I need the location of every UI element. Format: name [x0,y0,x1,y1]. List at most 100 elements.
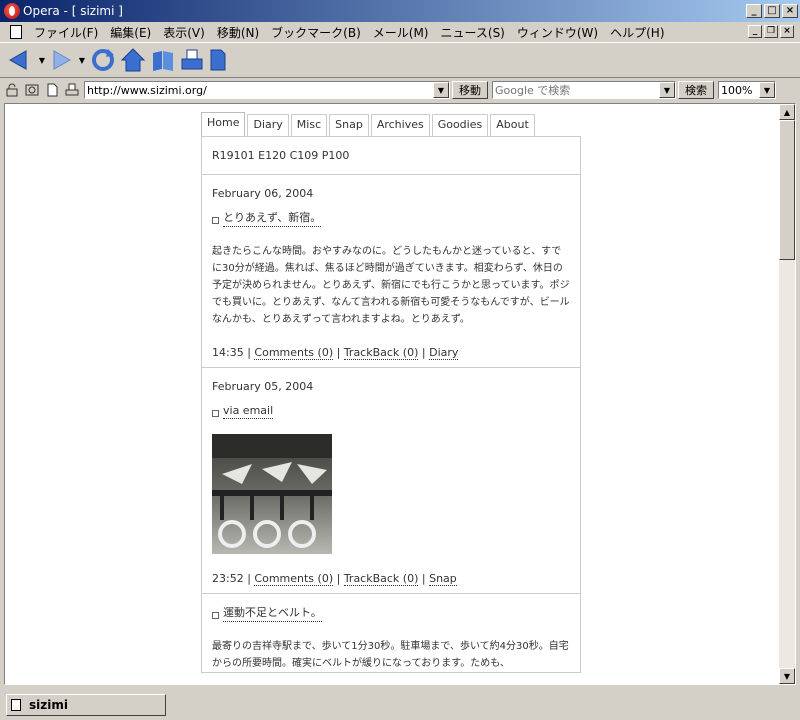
menu-bar: ファイル(F) 編集(E) 表示(V) 移動(N) ブックマーク(B) メール(… [0,22,800,42]
scroll-up-button[interactable]: ▲ [779,104,795,120]
search-input[interactable] [495,82,675,98]
mdi-controls: _ ❐ × [746,25,794,38]
site-counter: R19101 E120 C109 P100 [202,137,580,175]
menu-view[interactable]: 表示(V) [157,24,211,41]
back-history-dropdown[interactable]: ▼ [38,46,46,74]
entry-meta: 23:52 | Comments (0) | TrackBack (0) | S… [212,572,457,586]
search-field[interactable]: ▼ [492,81,676,99]
comments-link[interactable]: Comments (0) [254,346,334,360]
menu-file[interactable]: ファイル(F) [28,24,104,41]
tab-goodies[interactable]: Goodies [431,114,489,136]
permalink-icon [212,611,219,619]
tab-home[interactable]: Home [201,112,246,136]
search-engine-dropdown[interactable]: ▼ [659,82,675,98]
menu-window[interactable]: ウィンドウ(W) [511,24,604,41]
entry-title[interactable]: とりあえず、新宿。 [212,207,570,229]
page-tab[interactable]: sizimi [6,694,166,716]
entry-time: 23:52 [212,572,244,585]
page-button[interactable] [208,46,228,74]
new-page-icon[interactable] [44,82,60,98]
entry-title-text[interactable]: via email [223,404,274,419]
address-bar: ▼ 移動 ▼ 検索 100% ▼ [0,79,800,101]
home-icon [120,48,146,72]
content-box: R19101 E120 C109 P100 February 06, 2004 … [201,136,581,673]
page-tab-icon [11,699,21,711]
close-button[interactable]: × [782,4,798,18]
url-field[interactable]: ▼ [84,81,450,99]
vertical-scrollbar[interactable]: ▲ ▼ [779,104,795,684]
web-page: Home Diary Misc Snap Archives Goodies Ab… [201,112,581,673]
menu-help[interactable]: ヘルプ(H) [604,24,670,41]
entry-date: February 06, 2004 [212,187,314,200]
mdi-restore-button[interactable]: ❐ [764,25,778,38]
navigation-toolbar: ▼ ▼ [0,42,800,78]
blog-entry: February 05, 2004 via email 23:52 | Comm… [202,368,580,594]
mdi-close-button[interactable]: × [780,25,794,38]
permalink-icon [212,409,219,417]
entry-date: February 05, 2004 [212,380,314,393]
category-link[interactable]: Diary [429,346,459,360]
window-controls: _ □ × [744,4,798,18]
window-title: Opera - [ sizimi ] [23,4,123,18]
hotlist-icon [153,51,173,71]
menu-navigation[interactable]: 移動(N) [211,24,265,41]
url-dropdown-button[interactable]: ▼ [433,82,449,98]
forward-history-dropdown[interactable]: ▼ [78,46,86,74]
go-button[interactable]: 移動 [452,81,488,99]
zoom-field[interactable]: 100% ▼ [718,81,776,99]
comments-link[interactable]: Comments (0) [254,572,334,586]
zoom-value: 100% [721,83,753,97]
window-titlebar: Opera - [ sizimi ] _ □ × [0,0,800,22]
page-icon [210,49,226,71]
site-nav-tabs: Home Diary Misc Snap Archives Goodies Ab… [201,112,581,136]
entry-meta: 14:35 | Comments (0) | TrackBack (0) | D… [212,346,459,360]
tab-about[interactable]: About [490,114,535,136]
print-button[interactable] [180,46,204,74]
back-button[interactable] [6,46,34,74]
entry-title[interactable]: 運動不足とベルト。 [212,602,570,624]
maximize-button[interactable]: □ [764,4,780,18]
hotlist-button[interactable] [150,46,176,74]
trackback-link[interactable]: TrackBack (0) [343,346,419,360]
tab-archives[interactable]: Archives [370,114,430,136]
category-link[interactable]: Snap [429,572,457,586]
scroll-thumb[interactable] [779,120,795,260]
snap-photo[interactable] [212,434,332,554]
blog-entry: 運動不足とベルト。 最寄りの吉祥寺駅まで、歩いて1分30秒。駐車場まで、歩いて約… [202,602,580,672]
reload-button[interactable] [90,46,116,74]
document-icon[interactable] [10,25,22,39]
url-input[interactable] [87,82,449,98]
mdi-minimize-button[interactable]: _ [748,25,762,38]
entry-title-text[interactable]: とりあえず、新宿。 [223,209,322,227]
opera-logo-icon [4,3,20,19]
printer-icon [181,49,203,70]
permalink-icon [212,216,219,224]
status-bar: sizimi [0,690,800,720]
entry-title-text[interactable]: 運動不足とベルト。 [223,604,322,622]
tab-misc[interactable]: Misc [290,114,328,136]
entry-title[interactable]: via email [212,400,570,422]
forward-arrow-icon [53,50,72,70]
zoom-dropdown-button[interactable]: ▼ [759,82,775,98]
menu-mail[interactable]: メール(M) [367,24,435,41]
search-button[interactable]: 検索 [678,81,714,99]
tab-diary[interactable]: Diary [247,114,289,136]
page-viewport[interactable]: Home Diary Misc Snap Archives Goodies Ab… [4,103,796,685]
menu-bookmarks[interactable]: ブックマーク(B) [265,24,367,41]
entry-body: 起きたらこんな時間。おやすみなのに。どうしたもんかと迷っていると、すでに30分が… [212,246,570,325]
reload-icon [92,49,114,71]
print-small-icon[interactable] [64,82,80,98]
home-button[interactable] [120,46,146,74]
trackback-link[interactable]: TrackBack (0) [343,572,419,586]
tab-snap[interactable]: Snap [329,114,369,136]
minimize-button[interactable]: _ [746,4,762,18]
security-lock-icon[interactable] [4,82,20,98]
page-tab-label: sizimi [29,698,68,712]
scroll-down-button[interactable]: ▼ [779,668,795,684]
menu-news[interactable]: ニュース(S) [434,24,510,41]
cookie-icon[interactable] [24,82,40,98]
entry-body: 最寄りの吉祥寺駅まで、歩いて1分30秒。駐車場まで、歩いて約4分30秒。自宅から… [212,641,569,669]
blog-entry: February 06, 2004 とりあえず、新宿。 起きたらこんな時間。おや… [202,175,580,368]
menu-edit[interactable]: 編集(E) [104,24,157,41]
forward-button[interactable] [50,46,74,74]
